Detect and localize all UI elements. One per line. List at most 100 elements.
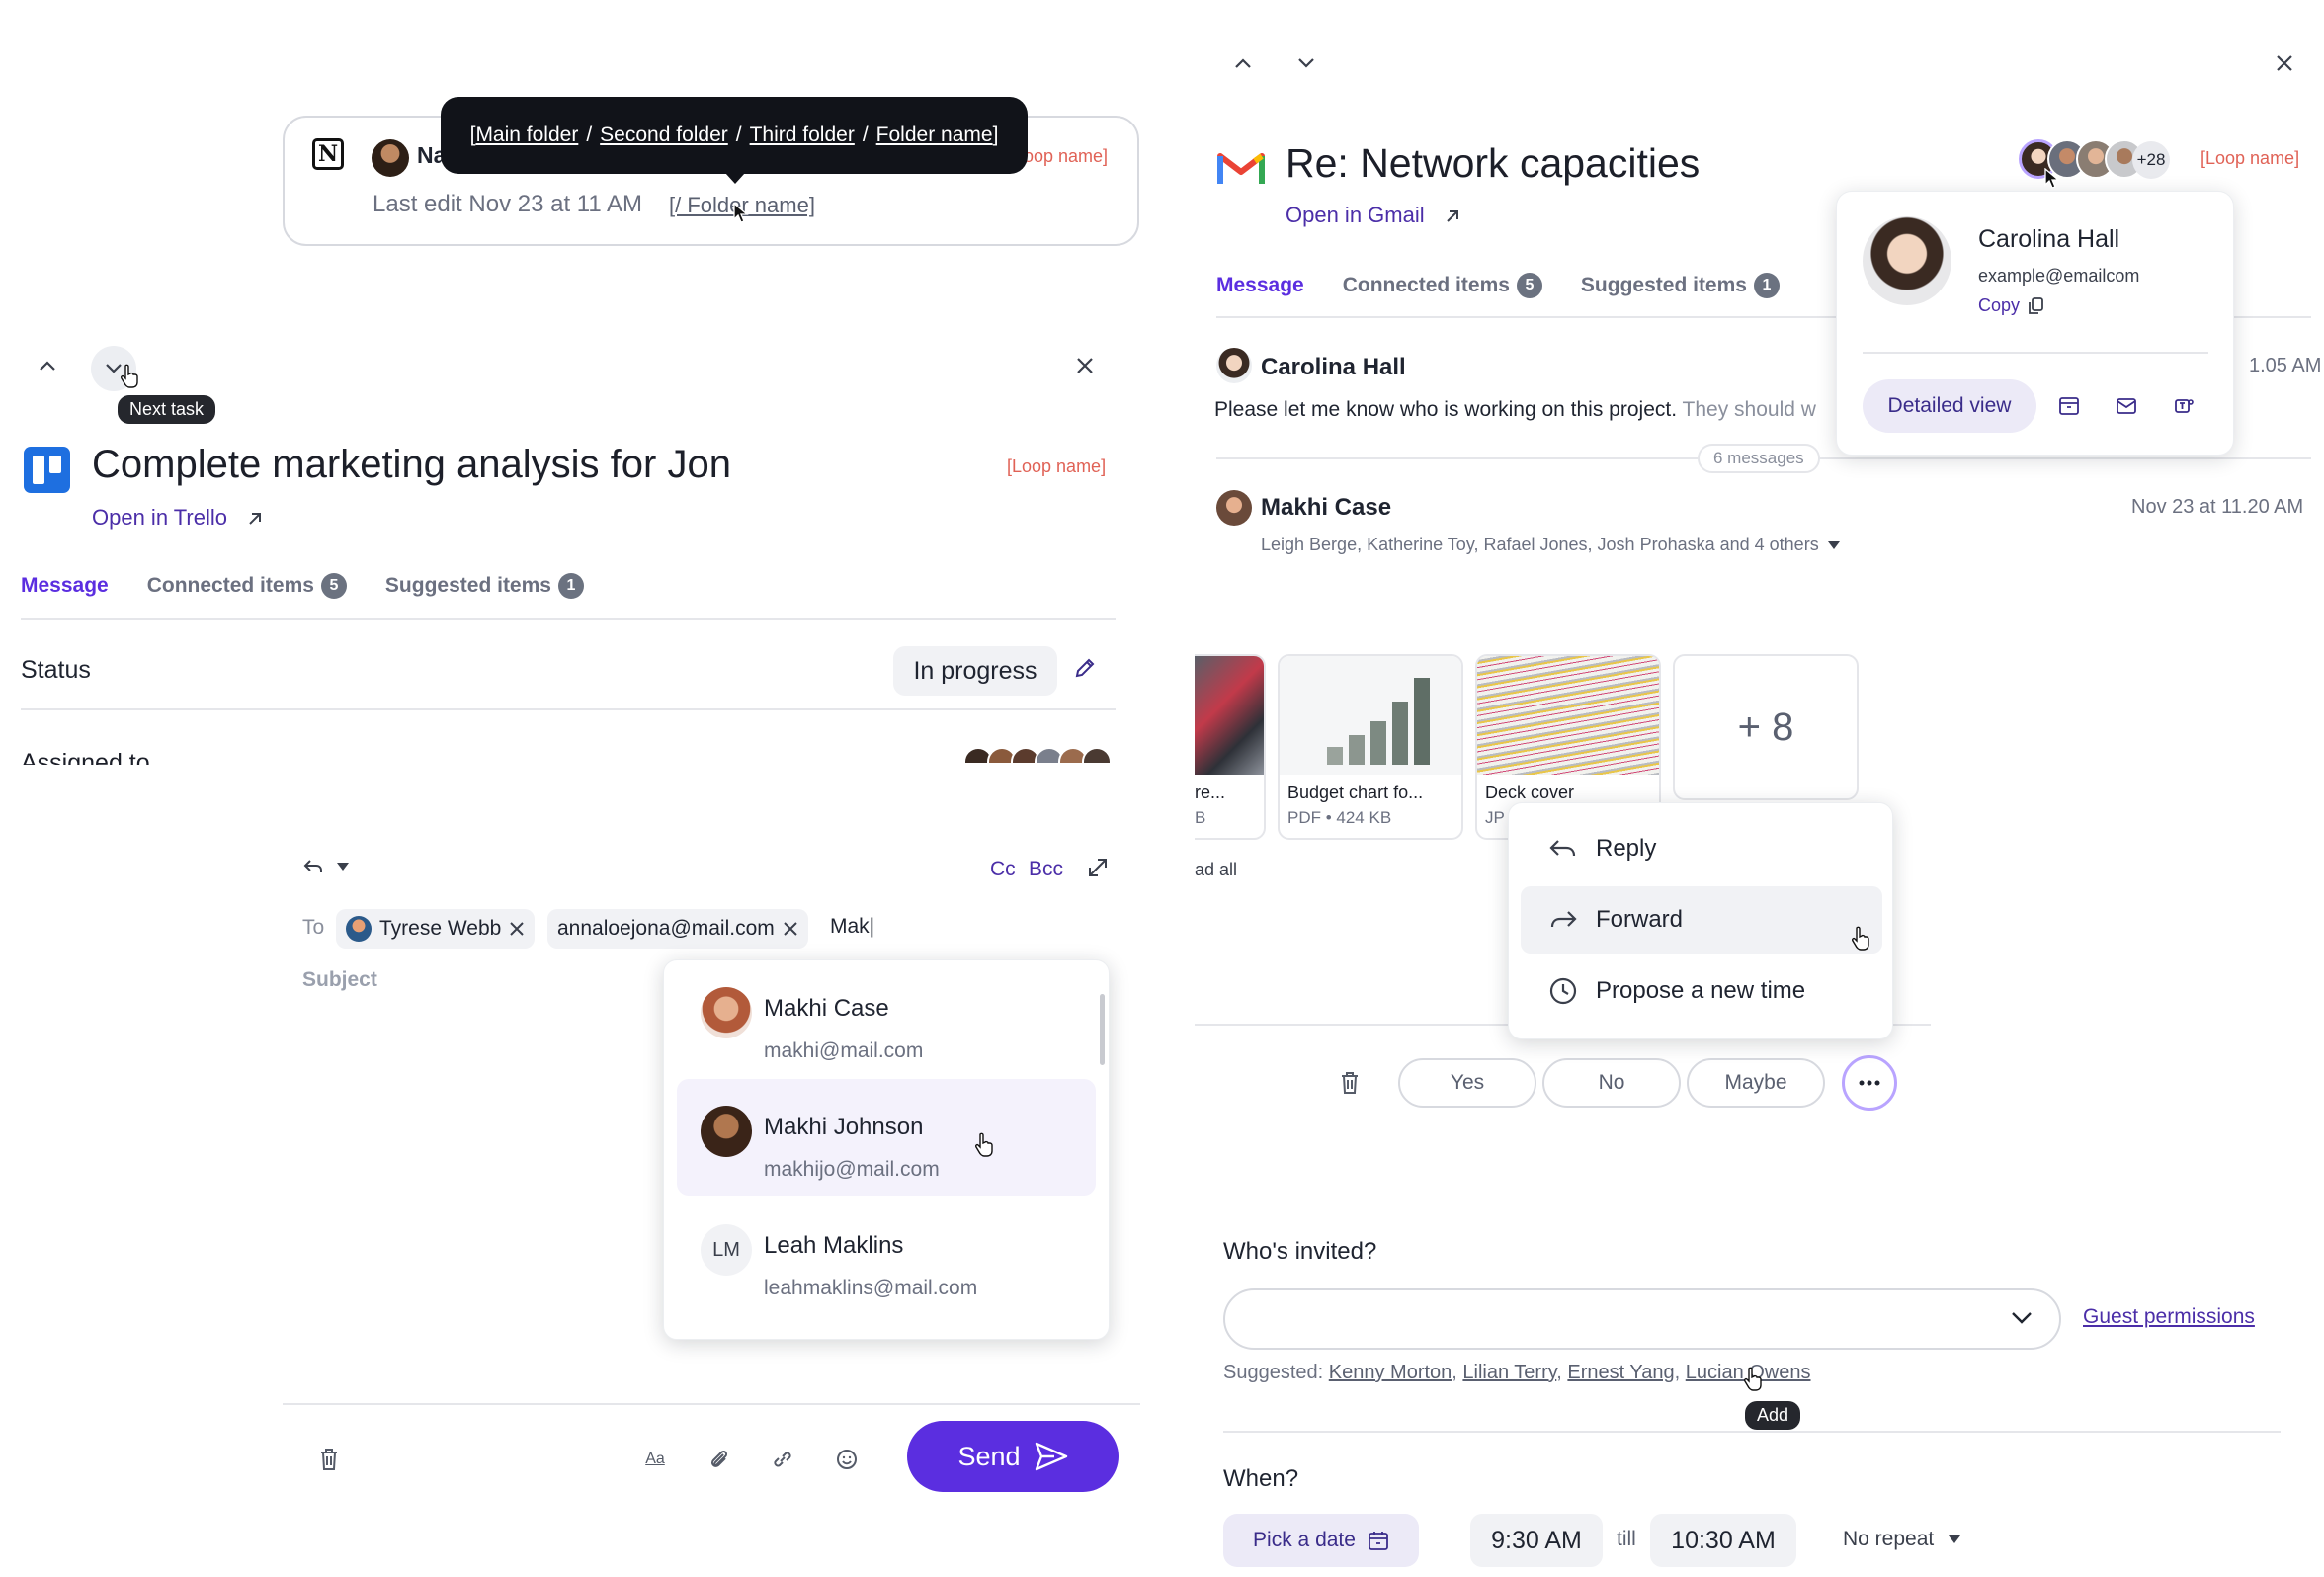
- close-item-button[interactable]: [2265, 43, 2304, 83]
- divider: [21, 618, 1116, 620]
- status-label: Status: [21, 656, 91, 684]
- tab-connected-items[interactable]: Connected items 5: [1343, 273, 1542, 298]
- download-all-link[interactable]: ad all: [1195, 860, 1237, 880]
- format-text-button[interactable]: Aa: [641, 1446, 669, 1473]
- tab-message[interactable]: Message: [21, 574, 109, 598]
- expand-composer-button[interactable]: [1086, 856, 1110, 879]
- start-time-field[interactable]: 9:30 AM: [1470, 1514, 1603, 1567]
- teams-icon[interactable]: [2172, 394, 2196, 418]
- invitees-select[interactable]: [1223, 1288, 2061, 1350]
- cc-button[interactable]: Cc: [990, 858, 1016, 881]
- path-segment[interactable]: Second folder: [600, 124, 728, 147]
- tab-connected-items[interactable]: Connected items 5: [147, 573, 347, 599]
- recipient-input[interactable]: Mak|: [830, 915, 874, 939]
- assignee-avatars[interactable]: [963, 747, 1116, 763]
- tab-suggested-items[interactable]: Suggested items 1: [385, 573, 584, 599]
- task-tabs: Message Connected items 5 Suggested items…: [21, 573, 584, 599]
- status-value[interactable]: In progress: [893, 646, 1057, 696]
- repeat-select[interactable]: No repeat: [1843, 1528, 1961, 1551]
- edit-status-button[interactable]: [1073, 656, 1097, 680]
- attachment-card[interactable]: Budget chart fo... PDF • 424 KB: [1278, 654, 1463, 840]
- recipient-chip[interactable]: annaloejona@mail.com: [547, 909, 808, 949]
- recipient-chip[interactable]: Tyrese Webb: [336, 909, 536, 949]
- more-participants-badge[interactable]: +28: [2132, 141, 2170, 179]
- suggestion-name: Makhi Case: [764, 995, 889, 1022]
- mail-icon[interactable]: [2115, 394, 2138, 418]
- trash-icon: [321, 1449, 337, 1470]
- trello-logo-icon: [24, 447, 70, 493]
- next-item-button[interactable]: [1286, 43, 1326, 83]
- insert-link-button[interactable]: [769, 1446, 796, 1473]
- scrollbar[interactable]: [1100, 994, 1105, 1065]
- delete-event-button[interactable]: [1339, 1071, 1361, 1095]
- remove-recipient-icon[interactable]: [509, 921, 525, 937]
- recipients-list[interactable]: Leigh Berge, Katherine Toy, Rafael Jones…: [1261, 535, 1841, 555]
- attachment-card[interactable]: re... B: [1195, 654, 1266, 840]
- attachment-meta: B: [1195, 808, 1206, 827]
- menu-item-propose-time[interactable]: Propose a new time: [1521, 957, 1882, 1025]
- tab-suggested-items[interactable]: Suggested items 1: [1581, 273, 1780, 298]
- avatar: [1216, 490, 1252, 526]
- more-attachments-button[interactable]: + 8: [1673, 654, 1859, 800]
- path-segment[interactable]: Main folder: [475, 124, 578, 147]
- path-segment[interactable]: Folder name: [876, 124, 993, 147]
- tab-message[interactable]: Message: [1216, 274, 1304, 297]
- guest-permissions-link[interactable]: Guest permissions: [2083, 1305, 2255, 1329]
- menu-item-label: Reply: [1596, 835, 1657, 862]
- paperclip-icon: [710, 1450, 728, 1467]
- more-icon: [1859, 1080, 1880, 1086]
- to-label: To: [302, 916, 325, 939]
- rsvp-yes-button[interactable]: Yes: [1398, 1058, 1536, 1108]
- bcc-button[interactable]: Bcc: [1029, 858, 1063, 881]
- suggested-person[interactable]: Ernest Yang: [1567, 1362, 1674, 1383]
- menu-item-reply[interactable]: Reply: [1521, 815, 1882, 882]
- reply-icon: [1549, 840, 1576, 857]
- message-text: Please let me know who is working on thi…: [1214, 398, 1678, 421]
- previous-item-button[interactable]: [1223, 43, 1263, 83]
- add-tooltip: Add: [1745, 1401, 1801, 1430]
- suggested-person[interactable]: Kenny Morton: [1329, 1362, 1452, 1383]
- loop-name-tag: [Loop name]: [2200, 148, 2300, 168]
- menu-item-forward[interactable]: Forward: [1521, 886, 1882, 954]
- suggested-person[interactable]: Lilian Terry: [1462, 1362, 1556, 1383]
- pick-date-button[interactable]: Pick a date: [1223, 1514, 1419, 1567]
- copy-email-button[interactable]: Copy: [1978, 295, 2043, 316]
- caret-down-icon: [337, 863, 349, 871]
- close-icon: [1077, 358, 1093, 374]
- menu-item-label: Propose a new time: [1596, 977, 1806, 1004]
- notion-logo-icon: N: [312, 138, 344, 170]
- close-task-button[interactable]: [1065, 346, 1105, 385]
- subject-field[interactable]: Subject: [302, 968, 377, 992]
- previous-task-button[interactable]: [28, 346, 67, 385]
- collapsed-messages-badge[interactable]: 6 messages: [1698, 444, 1820, 473]
- pick-date-label: Pick a date: [1253, 1529, 1356, 1551]
- detailed-view-button[interactable]: Detailed view: [1863, 379, 2036, 433]
- emoji-button[interactable]: [833, 1446, 861, 1473]
- attachment-thumbnail: [1195, 656, 1264, 775]
- end-time-field[interactable]: 10:30 AM: [1650, 1514, 1796, 1567]
- suggestion-item[interactable]: Makhi Johnson makhijo@mail.com: [677, 1079, 1096, 1196]
- rsvp-maybe-button[interactable]: Maybe: [1687, 1058, 1825, 1108]
- suggestion-item[interactable]: LM Leah Maklins leahmaklins@mail.com: [677, 1198, 1096, 1314]
- message-preview[interactable]: Please let me know who is working on thi…: [1214, 398, 1837, 422]
- attach-file-button[interactable]: [706, 1446, 733, 1473]
- recipient-name: annaloejona@mail.com: [557, 917, 775, 940]
- more-actions-button[interactable]: [1842, 1055, 1897, 1111]
- reply-mode-selector[interactable]: [302, 858, 350, 875]
- rsvp-no-button[interactable]: No: [1542, 1058, 1681, 1108]
- archive-icon[interactable]: [2057, 394, 2081, 418]
- open-in-gmail-link[interactable]: Open in Gmail: [1286, 203, 1460, 228]
- bar-chart-thumbnail-icon: [1327, 678, 1430, 765]
- close-icon: [2277, 55, 2292, 71]
- initials-avatar: LM: [701, 1224, 752, 1276]
- suggested-prefix: Suggested:: [1223, 1362, 1324, 1383]
- reply-icon: [303, 860, 322, 872]
- trash-icon: [1342, 1072, 1358, 1094]
- attachment-meta: JP: [1485, 808, 1505, 827]
- send-button[interactable]: Send: [907, 1421, 1119, 1492]
- discard-draft-button[interactable]: [315, 1446, 343, 1473]
- path-segment[interactable]: Third folder: [750, 124, 855, 147]
- remove-recipient-icon[interactable]: [783, 921, 798, 937]
- suggestion-item[interactable]: Makhi Case makhi@mail.com: [677, 960, 1096, 1077]
- open-in-trello-link[interactable]: Open in Trello: [92, 505, 263, 531]
